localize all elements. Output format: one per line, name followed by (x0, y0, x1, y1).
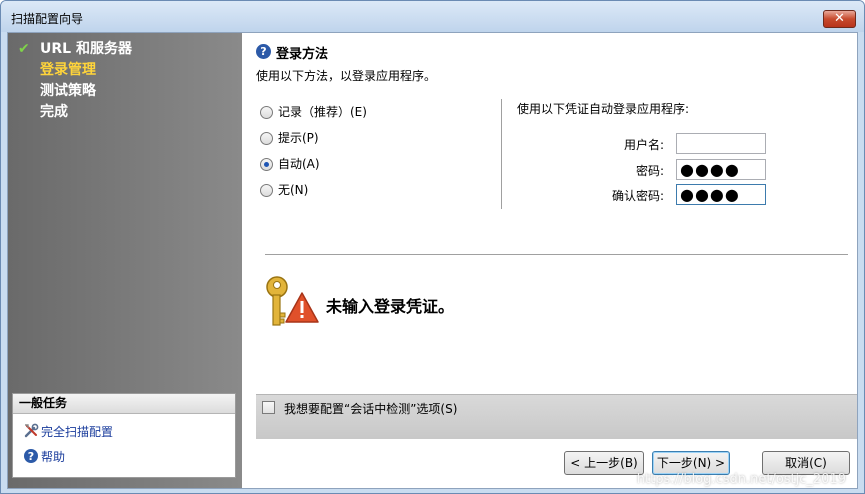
step-label: 测试策略 (40, 83, 96, 99)
horizontal-divider (265, 254, 848, 255)
wizard-window: 扫描配置向导 ✕ ✔ URL 和服务器 登录管理 测试策略 完成 一般任务 完全… (0, 0, 865, 494)
login-method-group: 记录（推荐）(E) 提示(P) 自动(A) 无(N) (260, 105, 367, 209)
confirm-password-label: 确认密码: (611, 189, 664, 203)
title-bar[interactable]: 扫描配置向导 ✕ (1, 1, 864, 32)
radio-prompt[interactable]: 提示(P) (260, 131, 367, 157)
credentials-title: 使用以下凭证自动登录应用程序: (517, 102, 690, 116)
session-detection-checkbox[interactable] (262, 401, 275, 414)
step-finish: 完成 (18, 102, 132, 123)
wizard-steps: ✔ URL 和服务器 登录管理 测试策略 完成 (18, 39, 132, 123)
help-link[interactable]: ? 帮助 (23, 448, 65, 466)
back-button[interactable]: < 上一步(B) (564, 451, 644, 475)
checkmark-icon: ✔ (18, 41, 30, 57)
tasks-header: 一般任务 (13, 394, 235, 414)
radio-record[interactable]: 记录（推荐）(E) (260, 105, 367, 131)
help-icon: ? (23, 448, 39, 464)
section-title: 登录方法 (276, 47, 329, 62)
general-tasks-panel: 一般任务 完全扫描配置 ? 帮助 (12, 393, 236, 478)
task-label: 帮助 (41, 450, 66, 464)
step-label: 登录管理 (40, 62, 96, 78)
radio-label: 提示(P) (278, 131, 319, 145)
close-button[interactable]: ✕ (823, 10, 856, 28)
step-url-server: ✔ URL 和服务器 (18, 39, 132, 60)
task-label: 完全扫描配置 (41, 425, 114, 439)
radio-button[interactable] (260, 106, 273, 119)
username-label: 用户名: (623, 138, 664, 152)
password-label: 密码: (635, 164, 664, 178)
step-login-management: 登录管理 (18, 60, 132, 81)
tools-icon (23, 423, 39, 439)
radio-button[interactable] (260, 132, 273, 145)
step-label: URL 和服务器 (40, 41, 132, 57)
password-field[interactable]: ●●●● (676, 159, 766, 180)
radio-label: 无(N) (278, 183, 309, 197)
warning-message: 未输入登录凭证。 (326, 297, 455, 316)
full-scan-config-link[interactable]: 完全扫描配置 (23, 423, 113, 441)
step-label: 完成 (40, 104, 68, 120)
question-icon: ? (256, 44, 271, 59)
options-bar: 我想要配置“会话中检测”选项(S) (256, 394, 857, 439)
radio-button[interactable] (260, 184, 273, 197)
main-panel: ? 登录方法 使用以下方法，以登录应用程序。 记录（推荐）(E) 提示(P) 自… (242, 33, 857, 488)
radio-label: 记录（推荐）(E) (278, 105, 367, 119)
sidebar: ✔ URL 和服务器 登录管理 测试策略 完成 一般任务 完全扫描配置 ? 帮助 (8, 33, 242, 488)
username-field[interactable] (676, 133, 766, 154)
svg-text:?: ? (28, 450, 34, 463)
session-detection-label[interactable]: 我想要配置“会话中检测”选项(S) (284, 400, 457, 417)
radio-label: 自动(A) (278, 157, 320, 171)
radio-button[interactable] (260, 158, 273, 171)
close-icon: ✕ (834, 11, 845, 26)
radio-none[interactable]: 无(N) (260, 183, 367, 209)
confirm-password-field[interactable]: ●●●● (676, 184, 766, 205)
key-warning-icon (264, 273, 322, 331)
radio-automatic[interactable]: 自动(A) (260, 157, 367, 183)
window-title: 扫描配置向导 (11, 12, 84, 26)
step-test-policy: 测试策略 (18, 81, 132, 102)
watermark: https://blog.csdn.net/ostjc_2019 (636, 472, 846, 487)
wizard-body: ✔ URL 和服务器 登录管理 测试策略 完成 一般任务 完全扫描配置 ? 帮助… (7, 32, 858, 489)
vertical-divider (501, 99, 502, 209)
section-description: 使用以下方法，以登录应用程序。 (256, 69, 437, 83)
